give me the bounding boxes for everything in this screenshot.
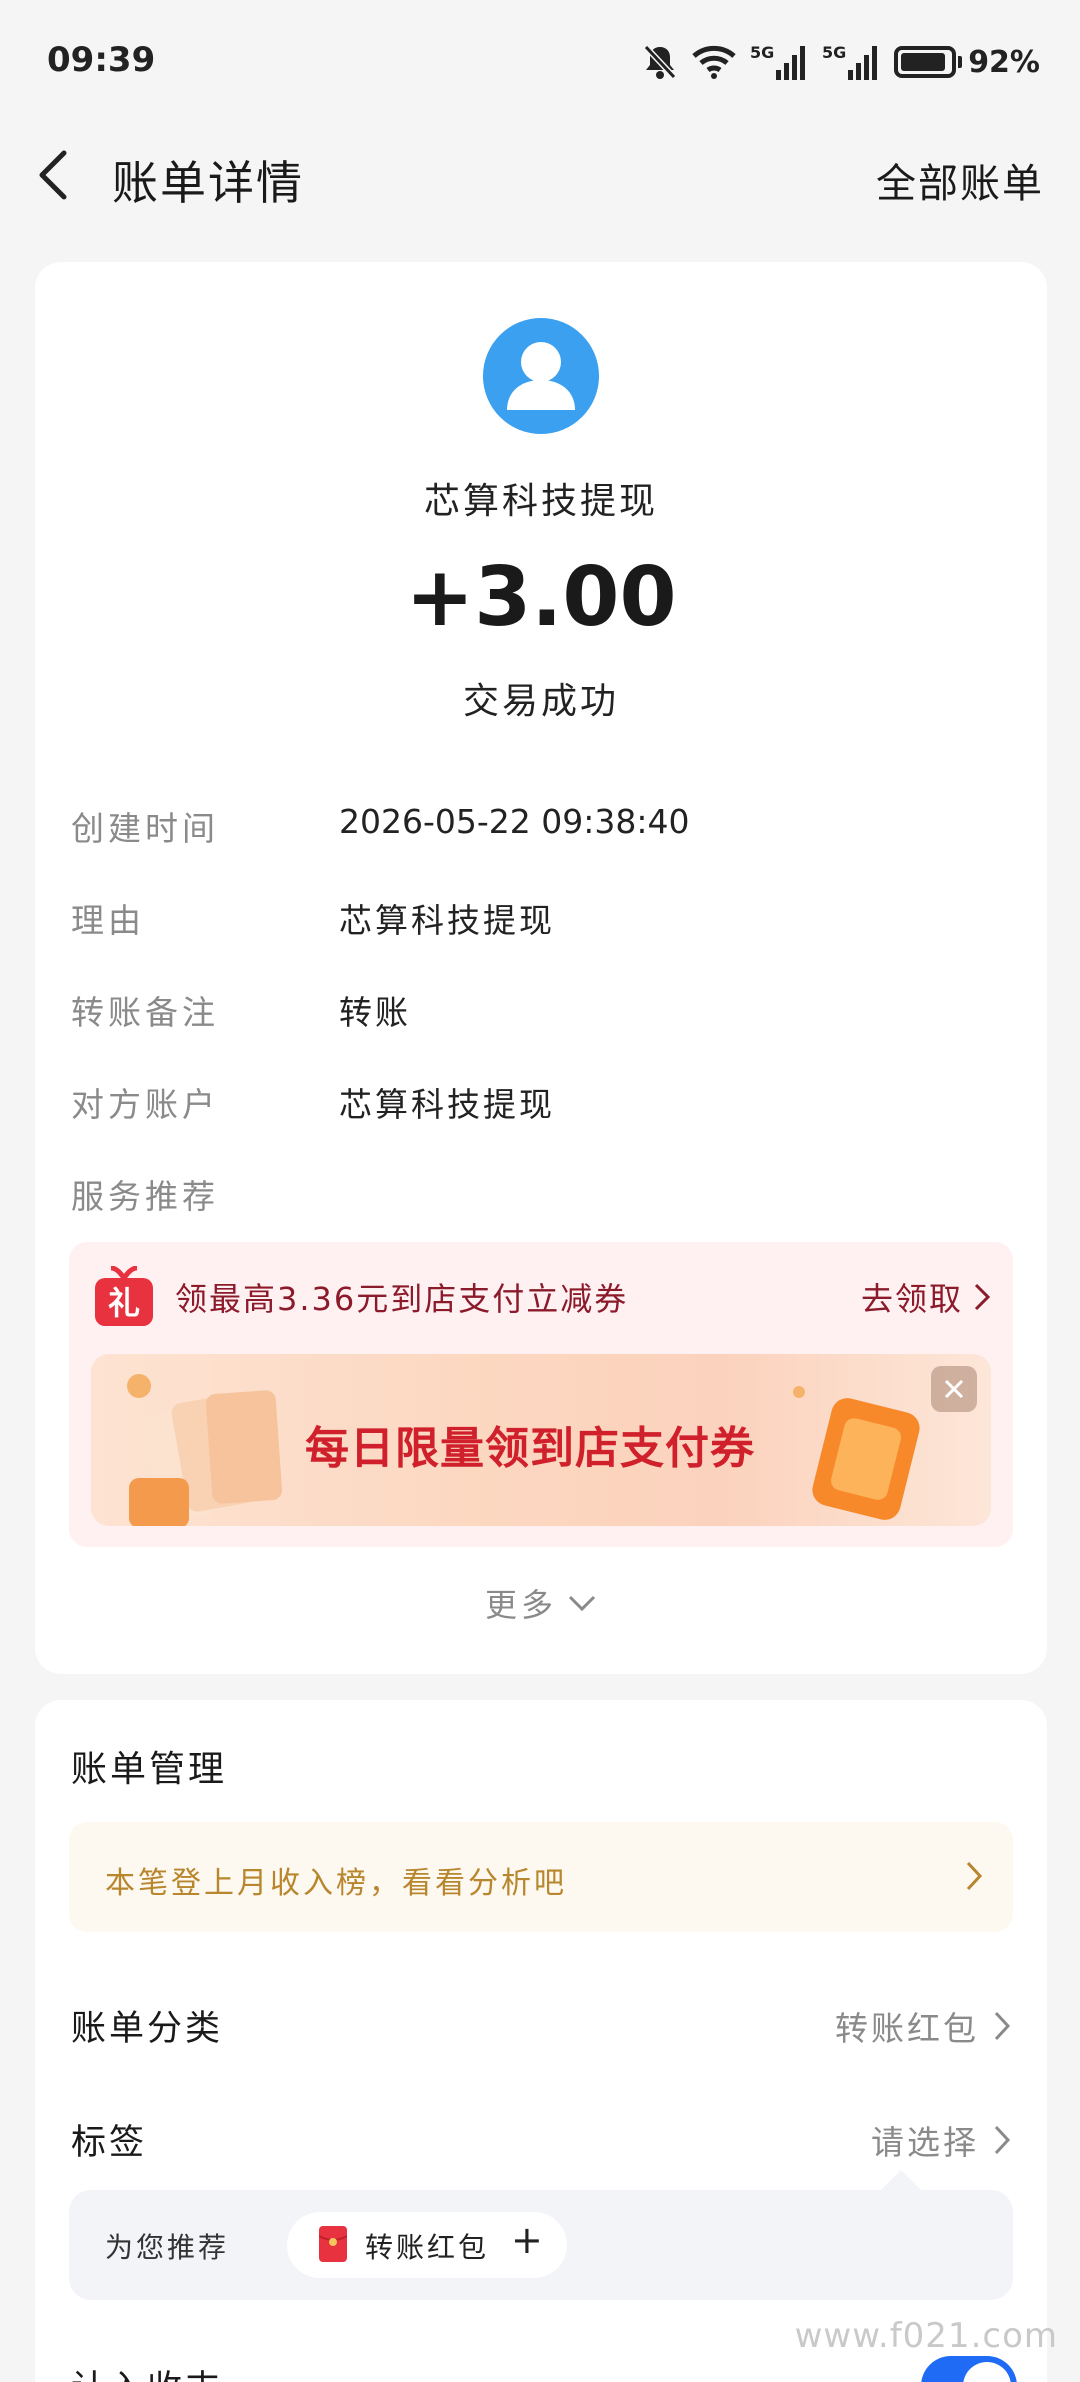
chevron-right-icon (966, 1861, 983, 1891)
tag-value-group: 请选择 (871, 2116, 1011, 2164)
detail-label: 理由 (71, 901, 145, 940)
svg-text:5G: 5G (822, 43, 846, 62)
detail-row-created-time: 创建时间 2026-05-22 09:38:40 (71, 802, 1011, 862)
red-packet-icon (319, 2226, 347, 2262)
status-time: 09:39 (47, 40, 156, 80)
count-in-income-toggle[interactable] (921, 2356, 1017, 2382)
nav-bar: 账单详情 全部账单 (0, 125, 1080, 225)
banner-text: 每日限量领到店支付券 (305, 1423, 755, 1474)
gift-icon: 礼 (95, 1266, 153, 1326)
banner-close-button[interactable] (931, 1366, 977, 1412)
battery-icon (894, 46, 957, 78)
detail-label: 服务推荐 (71, 1177, 219, 1216)
suggest-label: 为您推荐 (105, 2231, 230, 2264)
payer-name: 芯算科技提现 (423, 481, 658, 522)
detail-value: 芯算科技提现 (339, 901, 555, 940)
coupon-banner[interactable]: 每日限量领到店支付券 (91, 1354, 991, 1526)
svg-text:礼: 礼 (108, 1284, 140, 1322)
more-button[interactable]: 更多 (35, 1580, 1047, 1626)
detail-row-reason: 理由 芯算科技提现 (71, 894, 1011, 954)
person-icon (507, 342, 575, 410)
promo-card[interactable]: 礼 领最高3.36元到店支付立减券 去领取 每日限量领到店支付券 (69, 1242, 1013, 1547)
signal-5g-icon: 5G (750, 43, 806, 80)
detail-value: 芯算科技提现 (339, 1085, 555, 1124)
status-bar: 09:39 5G 5G 92% (0, 0, 1080, 125)
income-insight-banner[interactable]: 本笔登上月收入榜，看看分析吧 (69, 1822, 1013, 1932)
section-title: 账单管理 (71, 1749, 228, 1790)
detail-row-remark: 转账备注 转账 (71, 986, 1011, 1046)
detail-label: 创建时间 (71, 809, 219, 848)
battery-percent: 92% (968, 44, 1040, 80)
bill-management-card: 账单管理 本笔登上月收入榜，看看分析吧 账单分类 转账红包 标签 请选择 为您推… (35, 1700, 1047, 2382)
transaction-amount: +3.00 (405, 550, 677, 645)
suggested-tag-chip[interactable]: 转账红包 + (287, 2212, 567, 2278)
bill-category-row[interactable]: 账单分类 转账红包 (71, 2000, 1011, 2060)
close-icon (944, 1379, 964, 1399)
battery-indicator: 92% (894, 45, 1040, 80)
insight-text: 本笔登上月收入榜，看看分析吧 (105, 1866, 567, 1901)
tag-label: 标签 (71, 2123, 148, 2163)
all-bills-link[interactable]: 全部账单 (876, 151, 1044, 209)
claim-link[interactable]: 去领取 (861, 1274, 991, 1320)
detail-value: 2026-05-22 09:38:40 (339, 802, 690, 841)
chevron-right-icon (994, 2125, 1011, 2155)
chevron-down-icon (568, 1595, 596, 1612)
watermark: www.f021.com (794, 2316, 1058, 2356)
signal-5g-icon: 5G (822, 43, 878, 80)
mute-bell-icon (643, 44, 677, 80)
chip-label: 转账红包 (365, 2231, 490, 2264)
wifi-icon (692, 45, 736, 79)
detail-row-service: 服务推荐 (71, 1170, 1011, 1230)
avatar (483, 318, 599, 434)
tag-suggestion-box: 为您推荐 转账红包 + (69, 2170, 1013, 2300)
back-arrow-icon[interactable] (30, 143, 90, 207)
count-in-income-label: 计入收支 (71, 2360, 223, 2382)
orange-coupon-icon (793, 1386, 920, 1520)
chevron-right-icon (994, 2011, 1011, 2041)
transaction-status: 交易成功 (462, 681, 619, 722)
transaction-card: 芯算科技提现 +3.00 交易成功 创建时间 2026-05-22 09:38:… (35, 262, 1047, 1674)
add-tag-icon: + (511, 2218, 543, 2262)
claim-link-label: 去领取 (860, 1280, 963, 1318)
tag-value: 请选择 (871, 2123, 979, 2162)
detail-label: 对方账户 (71, 1085, 219, 1124)
promo-text: 领最高3.36元到店支付立减券 (175, 1280, 629, 1318)
coupon-ticket-icon (127, 1374, 283, 1526)
detail-row-counterparty: 对方账户 芯算科技提现 (71, 1078, 1011, 1138)
page-title: 账单详情 (112, 156, 304, 210)
category-value-group: 转账红包 (835, 2002, 1011, 2050)
more-label: 更多 (484, 1586, 557, 1624)
tag-row[interactable]: 标签 请选择 (71, 2114, 1011, 2174)
status-icons: 5G 5G 92% (642, 40, 1040, 84)
category-label: 账单分类 (71, 2009, 224, 2049)
detail-label: 转账备注 (71, 993, 219, 1032)
chevron-right-icon (974, 1283, 991, 1311)
category-value: 转账红包 (835, 2009, 979, 2048)
svg-text:5G: 5G (750, 43, 774, 62)
detail-value: 转账 (339, 993, 411, 1032)
